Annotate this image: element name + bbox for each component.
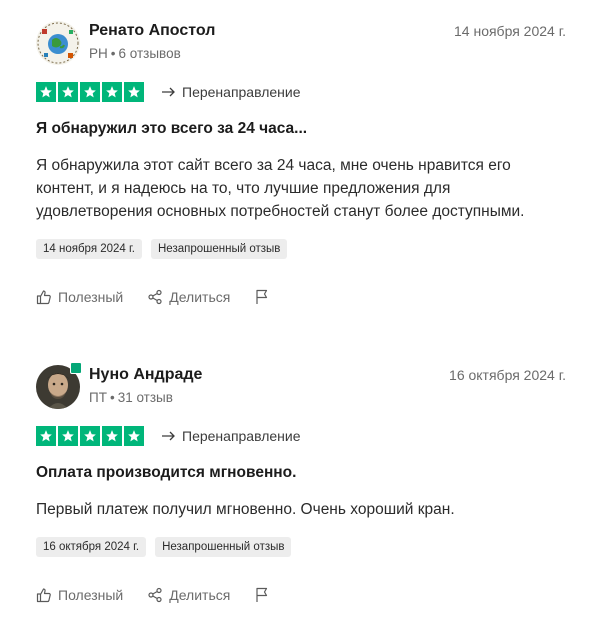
share-icon: [148, 289, 162, 305]
redirect-label: Перенаправление: [182, 428, 301, 444]
share-button[interactable]: Делиться: [147, 587, 230, 603]
author-review-count: 6 отзывов: [118, 46, 181, 61]
review-card: Нуно Андраде ПТ • 31 отзыв 16 октября 2024…: [36, 362, 566, 603]
thumbs-up-icon: [36, 290, 51, 305]
arrow-right-icon: [162, 431, 175, 441]
rating-row: Перенаправление: [36, 82, 566, 104]
review-type-tag[interactable]: Незапрошенный отзыв: [155, 537, 292, 557]
thumbs-up-icon: [36, 588, 51, 603]
review-date: 16 октября 2024 г.: [449, 367, 566, 383]
flag-icon: [256, 587, 268, 602]
review-body: Я обнаружила этот сайт всего за 24 часа,…: [36, 157, 525, 220]
author-meta: PH • 6 отзывов: [89, 46, 181, 61]
flag-icon: [256, 289, 268, 304]
redirect-label: Перенаправление: [182, 84, 301, 100]
author-avatar[interactable]: [36, 21, 80, 65]
author-review-count: 31 отзыв: [117, 390, 173, 405]
rating-row: Перенаправление: [36, 426, 566, 448]
star-icon: [36, 82, 56, 102]
star-rating: [36, 82, 144, 102]
author-name[interactable]: Ренато Апостол: [89, 22, 215, 40]
verified-badge-icon: [70, 362, 82, 374]
review-header: Нуно Андраде ПТ • 31 отзыв 16 октября 2024…: [36, 362, 566, 410]
share-button[interactable]: Делиться: [147, 289, 230, 305]
arrow-right-icon: [162, 87, 175, 97]
review-type-tag[interactable]: Незапрошенный отзыв: [151, 239, 288, 259]
report-button[interactable]: [254, 289, 276, 305]
share-label: Делиться: [169, 587, 231, 603]
helpful-label: Полезный: [58, 289, 124, 305]
review-card: Ренато Апостол PH • 6 отзывов 14 ноября 20…: [36, 18, 566, 305]
redirect-link[interactable]: Перенаправление: [162, 428, 301, 444]
star-icon: [124, 82, 144, 102]
review-title[interactable]: Я обнаружил это всего за 24 часа...: [36, 120, 566, 138]
review-tags: 14 ноября 2024 г. Незапрошенный отзыв: [36, 239, 566, 259]
review-actions: Полезный Делиться: [36, 289, 566, 305]
redirect-link[interactable]: Перенаправление: [162, 84, 301, 100]
author-meta: ПТ • 31 отзыв: [89, 390, 173, 405]
review-actions: Полезный Делиться: [36, 587, 566, 603]
review-header: Ренато Апостол PH • 6 отзывов 14 ноября 20…: [36, 18, 566, 66]
star-icon: [58, 82, 78, 102]
star-icon: [80, 82, 100, 102]
star-icon: [102, 82, 122, 102]
share-label: Делиться: [169, 289, 231, 305]
experience-date-tag: 16 октября 2024 г.: [36, 537, 147, 557]
author-name[interactable]: Нуно Андраде: [89, 366, 202, 384]
star-rating: [36, 426, 144, 446]
star-icon: [124, 426, 144, 446]
author-country: PH: [89, 46, 108, 61]
report-button[interactable]: [254, 587, 276, 603]
helpful-label: Полезный: [58, 587, 124, 603]
helpful-button[interactable]: Полезный: [36, 289, 123, 305]
author-country: ПТ: [89, 390, 107, 405]
star-icon: [80, 426, 100, 446]
experience-date-tag: 14 ноября 2024 г.: [36, 239, 142, 259]
review-title[interactable]: Оплата производится мгновенно.: [36, 464, 566, 482]
helpful-button[interactable]: Полезный: [36, 587, 123, 603]
logo-globe-avatar-icon: [36, 21, 80, 65]
review-body: Первый платеж получил мгновенно. Очень х…: [36, 501, 455, 518]
star-icon: [102, 426, 122, 446]
star-icon: [58, 426, 78, 446]
review-date: 14 ноября 2024 г.: [454, 23, 566, 39]
star-icon: [36, 426, 56, 446]
share-icon: [148, 587, 162, 603]
review-tags: 16 октября 2024 г. Незапрошенный отзыв: [36, 537, 566, 557]
